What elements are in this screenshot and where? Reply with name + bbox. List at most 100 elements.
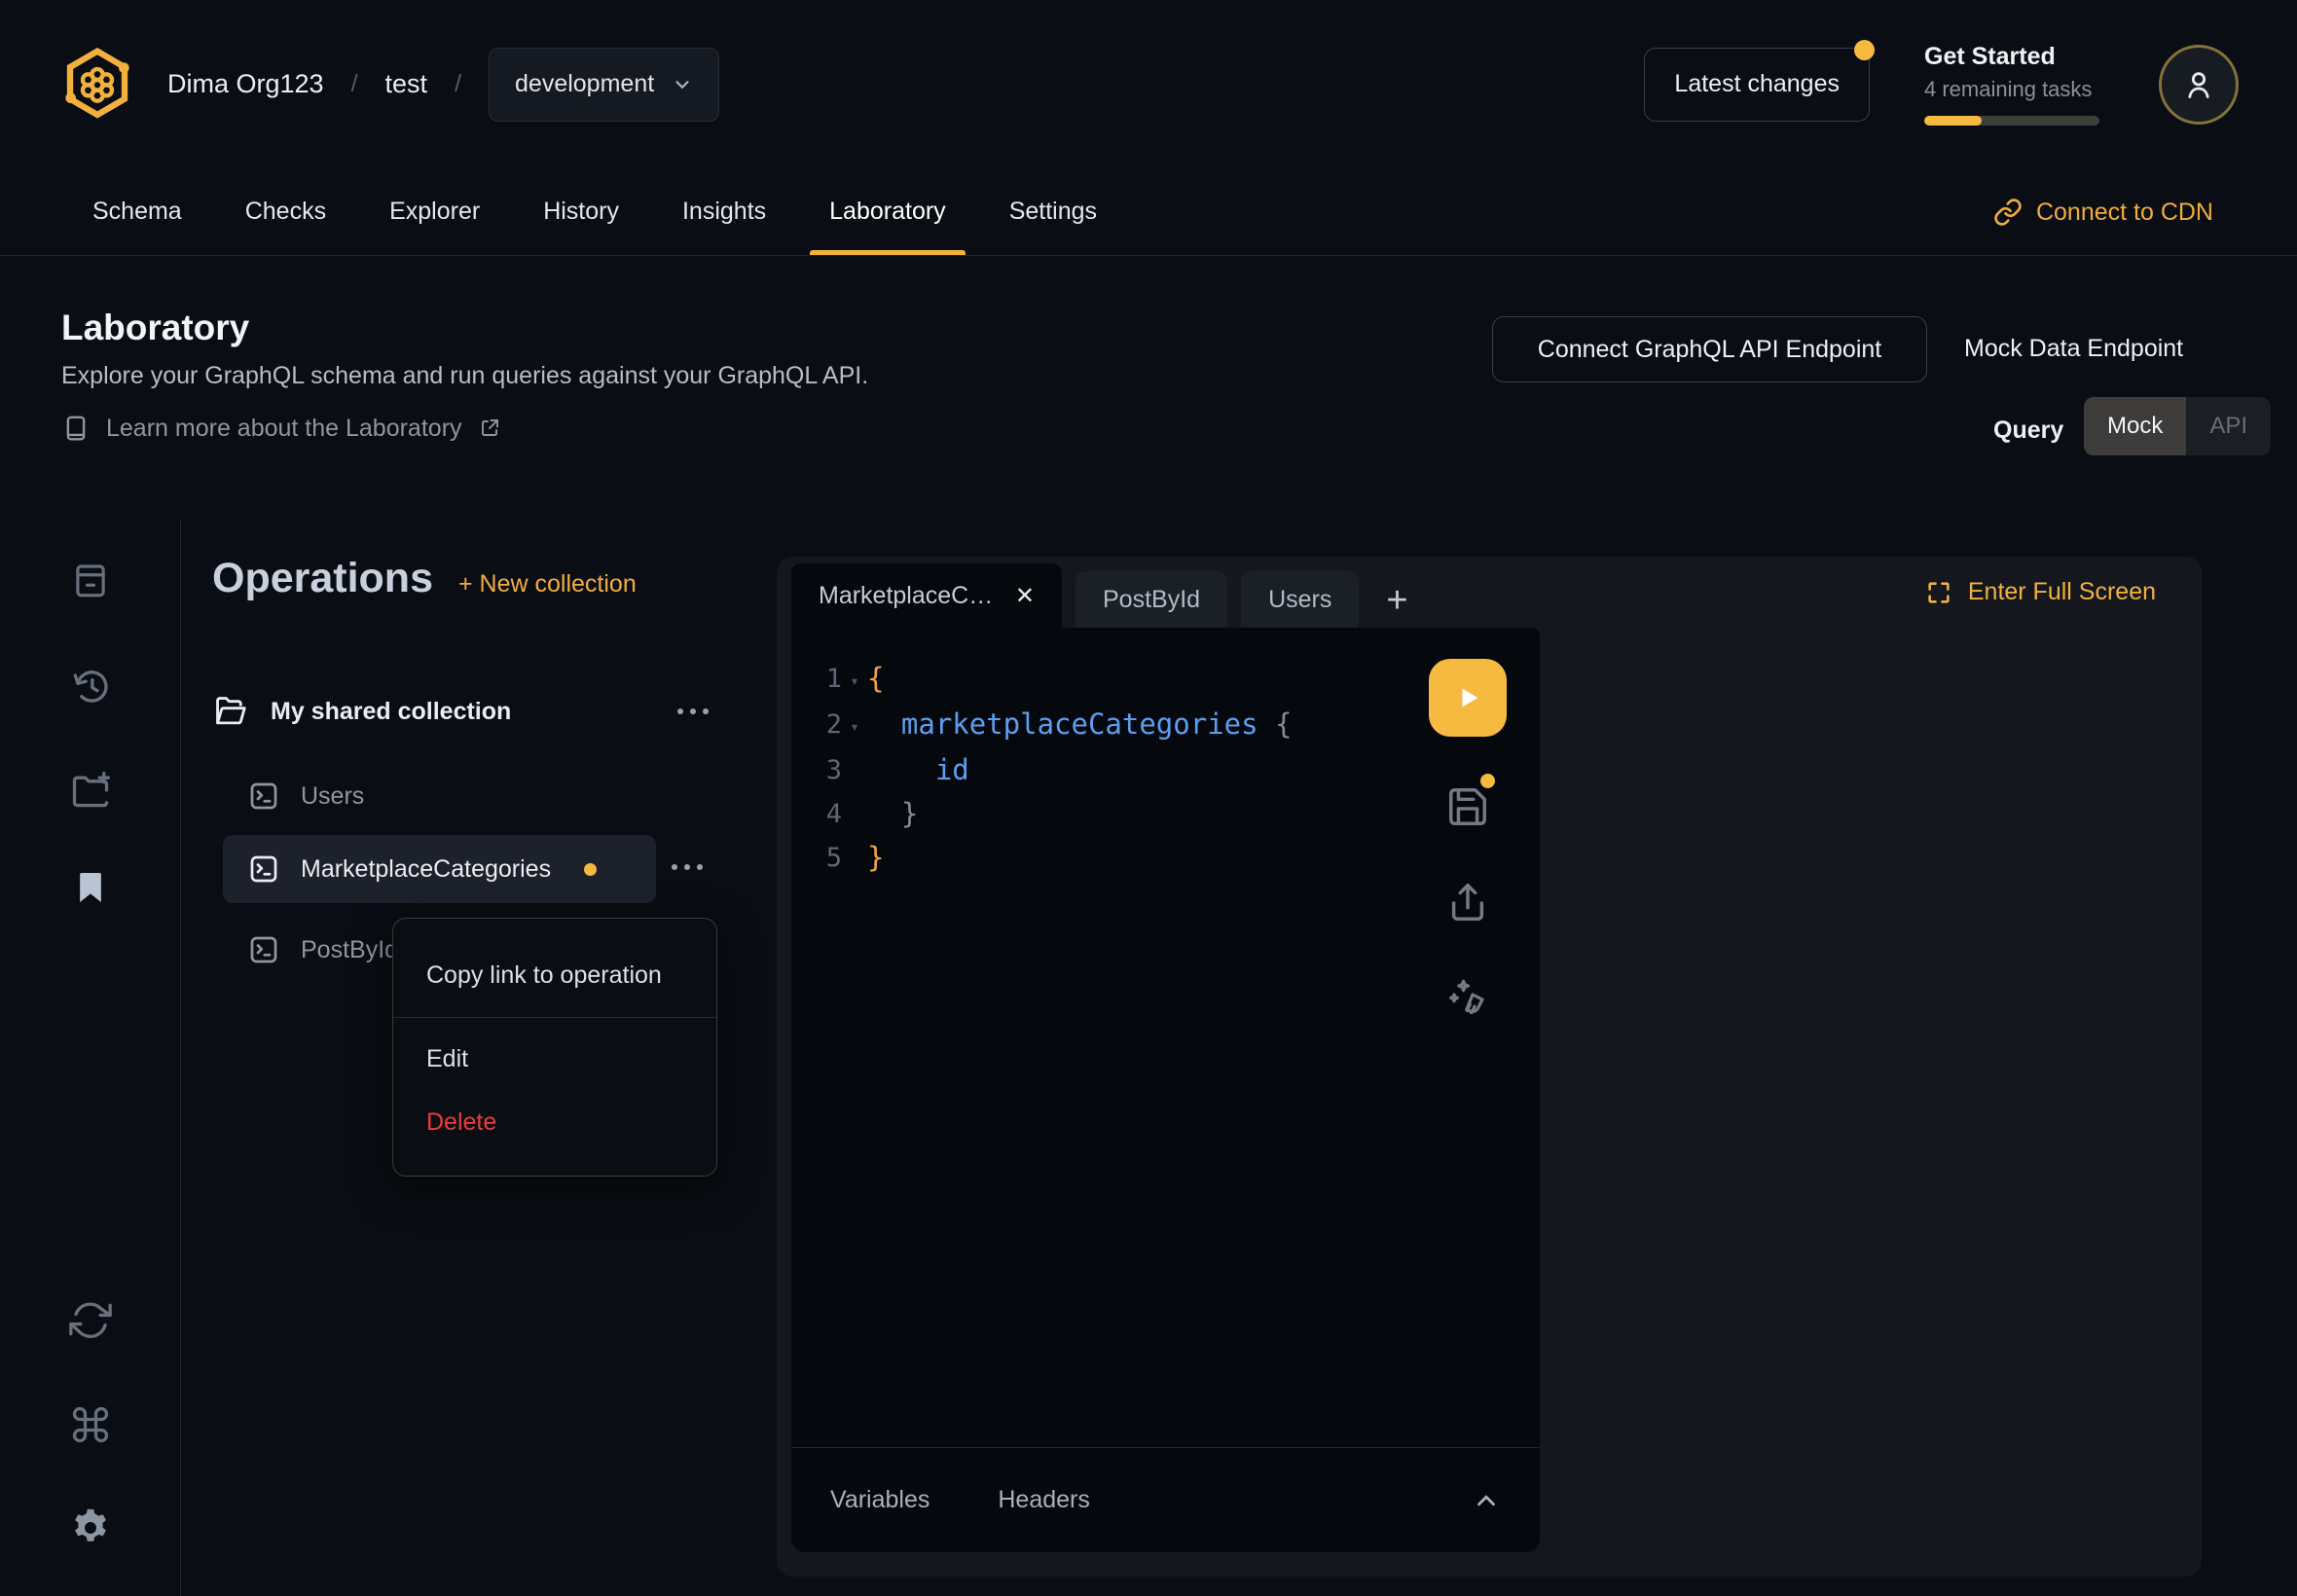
collapse-panel-icon[interactable] (1472, 1486, 1501, 1515)
book-icon (61, 414, 91, 443)
collection-name: My shared collection (271, 698, 511, 726)
code-line: 1 ▾ { (791, 657, 1413, 703)
editor-tab-postbyid[interactable]: PostById (1076, 571, 1227, 628)
toggle-option-mock[interactable]: Mock (2084, 397, 2186, 455)
person-icon (2179, 65, 2218, 104)
fold-arrow-icon[interactable]: ▾ (842, 703, 867, 748)
run-query-button[interactable] (1429, 659, 1507, 737)
new-collection-button[interactable]: + New collection (458, 570, 637, 598)
sync-icon[interactable] (61, 1290, 120, 1349)
fold-arrow-icon (842, 836, 867, 880)
connect-to-cdn-link[interactable]: Connect to CDN (1993, 168, 2213, 256)
fullscreen-icon (1925, 579, 1952, 606)
latest-changes-button[interactable]: Latest changes (1644, 48, 1870, 122)
collection-more-options-icon[interactable] (668, 699, 718, 724)
fold-arrow-icon (842, 792, 867, 836)
query-mode-toggle: Mock API (2084, 397, 2271, 455)
line-number: 2 (791, 703, 842, 748)
mock-data-endpoint-link[interactable]: Mock Data Endpoint (1964, 335, 2183, 363)
code-token: marketplaceCategories (867, 703, 1275, 748)
editor-tab-bar: MarketplaceC… ✕ PostById Users + (791, 557, 1422, 628)
external-link-icon (478, 417, 501, 440)
new-tab-button[interactable]: + (1372, 580, 1421, 628)
user-avatar[interactable] (2159, 45, 2239, 125)
variant-selector-value: development (515, 70, 654, 98)
operation-more-options-icon[interactable] (662, 854, 712, 880)
breadcrumb: Dima Org123 / test / development (167, 48, 719, 122)
code-token: { (1275, 703, 1292, 748)
toggle-option-api[interactable]: API (2186, 397, 2271, 455)
header-right: Latest changes Get Started 4 remaining t… (1644, 43, 2239, 126)
operation-icon (246, 852, 281, 887)
code-token: } (867, 792, 918, 836)
breadcrumb-org[interactable]: Dima Org123 (167, 69, 324, 99)
operation-row-marketplacecategories[interactable]: MarketplaceCategories (223, 835, 656, 903)
operations-header: Operations + New collection (212, 555, 637, 602)
get-started-progressbar (1924, 116, 2099, 126)
connect-graphql-endpoint-button[interactable]: Connect GraphQL API Endpoint (1492, 316, 1927, 382)
play-icon (1449, 679, 1486, 716)
collection-row[interactable]: My shared collection (212, 681, 718, 742)
command-palette-icon[interactable] (61, 1396, 120, 1454)
menu-item-edit[interactable]: Edit (393, 1028, 716, 1091)
page-title: Laboratory (61, 308, 249, 348)
fold-arrow-icon (842, 748, 867, 792)
headers-tab[interactable]: Headers (998, 1486, 1090, 1514)
get-started-title: Get Started (1924, 43, 2104, 71)
graphos-studio-app: Dima Org123 / test / development Latest … (0, 0, 2297, 1596)
apollo-graphos-logo-icon[interactable] (58, 44, 136, 126)
new-folder-icon[interactable] (61, 761, 120, 819)
bookmark-icon[interactable] (61, 858, 120, 917)
breadcrumb-graph[interactable]: test (385, 69, 428, 99)
close-tab-icon[interactable]: ✕ (1015, 582, 1035, 610)
line-number: 5 (791, 836, 842, 880)
save-operation-button[interactable] (1442, 781, 1493, 832)
get-started-subtitle: 4 remaining tasks (1924, 77, 2104, 102)
get-started-widget[interactable]: Get Started 4 remaining tasks (1924, 43, 2104, 126)
history-icon[interactable] (61, 658, 120, 716)
code-token: } (867, 836, 884, 880)
operation-name: PostById (301, 936, 398, 964)
latest-changes-label: Latest changes (1674, 70, 1840, 98)
notification-dot (1854, 40, 1875, 60)
folder-open-icon (212, 693, 249, 730)
menu-item-copy-link[interactable]: Copy link to operation (393, 944, 716, 1007)
unsaved-changes-dot (1480, 774, 1495, 788)
operation-row-users[interactable]: Users (246, 766, 364, 826)
connect-to-cdn-label: Connect to CDN (2036, 199, 2213, 227)
editor-tab-marketplacecategories[interactable]: MarketplaceC… ✕ (791, 563, 1062, 628)
operation-row-postbyid[interactable]: PostById (246, 920, 398, 980)
variant-selector[interactable]: development (489, 48, 719, 122)
variables-tab[interactable]: Variables (830, 1486, 930, 1514)
tab-history[interactable]: History (524, 168, 638, 255)
code-token: { (867, 657, 884, 703)
editor-tab-label: MarketplaceC… (819, 582, 993, 610)
code-line: 2 ▾ marketplaceCategories { (791, 703, 1413, 748)
save-icon (1445, 784, 1490, 829)
learn-more-link[interactable]: Learn more about the Laboratory (61, 414, 501, 443)
operation-name: Users (301, 782, 364, 811)
prettify-query-button[interactable] (1442, 972, 1493, 1023)
enter-full-screen-button[interactable]: Enter Full Screen (1925, 578, 2156, 606)
progress-fill (1924, 116, 1982, 126)
editor-actions (1419, 659, 1516, 1023)
query-editor[interactable]: 1 ▾ { 2 ▾ marketplaceCategories { 3 id (791, 628, 1540, 1552)
code-token: id (867, 748, 969, 792)
share-operation-button[interactable] (1442, 877, 1493, 927)
operation-icon (246, 779, 281, 814)
editor-tab-users[interactable]: Users (1241, 571, 1359, 628)
tab-settings[interactable]: Settings (990, 168, 1116, 255)
top-header: Dima Org123 / test / development Latest … (0, 0, 2297, 168)
tab-explorer[interactable]: Explorer (370, 168, 499, 255)
settings-gear-icon[interactable] (61, 1499, 120, 1557)
menu-item-delete[interactable]: Delete (393, 1091, 716, 1154)
tab-laboratory[interactable]: Laboratory (810, 168, 966, 255)
documentation-icon[interactable] (61, 551, 120, 609)
editor-tab-label: PostById (1103, 586, 1200, 614)
code-line: 5 } (791, 836, 1413, 880)
code-area[interactable]: 1 ▾ { 2 ▾ marketplaceCategories { 3 id (791, 657, 1413, 880)
tab-insights[interactable]: Insights (663, 168, 785, 255)
tab-checks[interactable]: Checks (226, 168, 346, 255)
tab-schema[interactable]: Schema (73, 168, 201, 255)
fold-arrow-icon[interactable]: ▾ (842, 657, 867, 703)
